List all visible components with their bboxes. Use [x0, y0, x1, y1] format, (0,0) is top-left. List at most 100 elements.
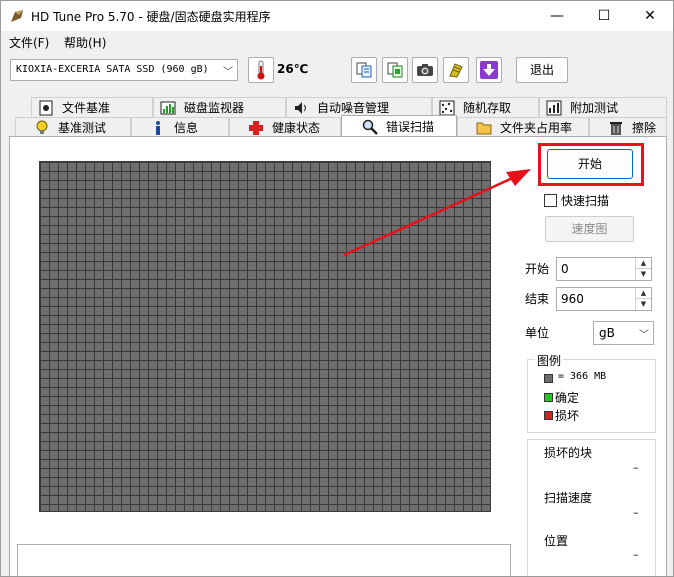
- unit-value: gB: [599, 326, 615, 340]
- scan-speed-value: –: [633, 506, 639, 519]
- legend-damaged-swatch: [544, 411, 553, 420]
- random-access-icon: [439, 100, 455, 115]
- up-arrow-icon[interactable]: ▲: [636, 288, 651, 299]
- copy-screenshot-icon: [387, 62, 403, 78]
- drive-select[interactable]: KIOXIA-EXCERIA SATA SSD (960 gB) ﹀: [10, 59, 238, 81]
- legend-block-swatch: [544, 374, 553, 383]
- tab-file-benchmark[interactable]: 文件基准: [31, 97, 153, 117]
- tab-random-access[interactable]: 随机存取: [432, 97, 539, 117]
- legend-block-size: = 366 MB: [558, 371, 607, 382]
- position-value: –: [633, 548, 639, 561]
- tab-label: 随机存取: [463, 101, 512, 115]
- screenshot-button[interactable]: [412, 57, 438, 83]
- unit-select[interactable]: gB ﹀: [593, 321, 654, 345]
- health-cross-icon: [249, 120, 263, 135]
- speaker-icon: [295, 101, 306, 114]
- down-arrow-icon[interactable]: ▼: [636, 299, 651, 310]
- tab-info[interactable]: 信息: [131, 117, 229, 137]
- close-button[interactable]: ✕: [627, 1, 673, 31]
- chevron-down-icon: ﹀: [639, 330, 649, 341]
- tab-label: 附加测试: [570, 101, 619, 115]
- copy-info-icon: [356, 62, 372, 78]
- tab-row-2: 基准测试 信息 健康状态 错误扫描 文件夹占用率 擦除: [15, 115, 667, 137]
- start-stepper[interactable]: 0 ▲ ▼: [556, 257, 652, 281]
- close-icon: ✕: [644, 8, 656, 24]
- tab-disk-monitor[interactable]: 磁盘监视器: [153, 97, 286, 117]
- app-icon: [11, 10, 23, 22]
- status-box: [17, 544, 511, 576]
- end-stepper[interactable]: 960 ▲ ▼: [556, 287, 652, 311]
- start-field-label: 开始: [525, 262, 550, 276]
- download-icon: [480, 61, 498, 79]
- maximize-button[interactable]: ☐: [581, 1, 627, 31]
- camera-icon: [417, 64, 433, 76]
- maximize-icon: ☐: [597, 8, 611, 24]
- position-label: 位置: [544, 534, 569, 548]
- lightbulb-icon: [36, 120, 48, 134]
- minimize-button[interactable]: —: [534, 1, 580, 31]
- minimize-icon: —: [550, 8, 564, 24]
- file-benchmark-icon: [39, 100, 53, 115]
- disk-monitor-icon: [160, 101, 176, 114]
- unit-label: 单位: [525, 326, 550, 340]
- app-window: HD Tune Pro 5.70 - 硬盘/固态硬盘实用程序 — ☐ ✕ 文件(…: [0, 0, 674, 577]
- legend-ok-label: 确定: [555, 391, 580, 405]
- options-button[interactable]: [443, 57, 469, 83]
- thermometer-icon: [257, 60, 265, 80]
- menu-file[interactable]: 文件(F): [9, 34, 49, 51]
- damaged-blocks-value: –: [633, 461, 639, 474]
- tab-label: 健康状态: [272, 121, 321, 135]
- tab-label: 错误扫描: [386, 120, 435, 134]
- stepper-arrows[interactable]: ▲ ▼: [635, 258, 651, 280]
- damaged-blocks-label: 损坏的块: [544, 446, 593, 460]
- end-field-label: 结束: [525, 292, 550, 306]
- highlight-box: [538, 143, 644, 186]
- down-arrow-icon[interactable]: ▼: [636, 269, 651, 280]
- options-icon: [449, 63, 463, 78]
- drive-select-value: KIOXIA-EXCERIA SATA SSD (960 gB): [16, 64, 209, 75]
- temperature-value: 26℃: [277, 62, 309, 76]
- legend-ok-swatch: [544, 393, 553, 402]
- tab-label: 基准测试: [58, 121, 107, 135]
- tab-folder-usage[interactable]: 文件夹占用率: [457, 117, 589, 137]
- legend-damaged-label: 损坏: [555, 409, 580, 423]
- tab-label: 文件基准: [62, 101, 111, 115]
- tab-erase[interactable]: 擦除: [589, 117, 667, 137]
- scan-speed-label: 扫描速度: [544, 491, 593, 505]
- speed-map-button: 速度图: [545, 216, 634, 242]
- extra-tests-icon: [546, 100, 562, 115]
- start-value: 0: [561, 262, 569, 276]
- end-value: 960: [561, 292, 584, 306]
- menu-help[interactable]: 帮助(H): [64, 34, 106, 51]
- quick-scan-label[interactable]: 快速扫描: [561, 192, 609, 209]
- tab-label: 磁盘监视器: [184, 101, 245, 115]
- tab-label: 文件夹占用率: [500, 121, 573, 135]
- exit-button[interactable]: 退出: [516, 57, 568, 83]
- magnifier-icon: [362, 119, 378, 135]
- legend-title: 图例: [535, 352, 564, 369]
- tab-label: 信息: [174, 121, 199, 135]
- tab-row-1: 文件基准 磁盘监视器 自动噪音管理 随机存取 附加测试: [31, 97, 667, 117]
- save-button[interactable]: [476, 57, 502, 83]
- copy-info-button[interactable]: [351, 57, 377, 83]
- tab-label: 自动噪音管理: [317, 101, 390, 115]
- tab-label: 擦除: [632, 121, 657, 135]
- trash-icon: [610, 121, 622, 135]
- temperature-indicator: [248, 57, 274, 83]
- folder-icon: [476, 122, 492, 134]
- chevron-down-icon: ﹀: [223, 67, 233, 78]
- tab-health[interactable]: 健康状态: [229, 117, 341, 137]
- tab-acoustic-management[interactable]: 自动噪音管理: [286, 97, 432, 117]
- stepper-arrows[interactable]: ▲ ▼: [635, 288, 651, 310]
- block-map: [39, 161, 491, 512]
- info-icon: [156, 120, 160, 135]
- tab-error-scan[interactable]: 错误扫描: [341, 115, 457, 137]
- tab-extra-tests[interactable]: 附加测试: [539, 97, 667, 117]
- copy-screenshot-button[interactable]: [382, 57, 408, 83]
- tab-benchmark[interactable]: 基准测试: [15, 117, 131, 137]
- quick-scan-checkbox[interactable]: [544, 194, 557, 207]
- up-arrow-icon[interactable]: ▲: [636, 258, 651, 269]
- window-title: HD Tune Pro 5.70 - 硬盘/固态硬盘实用程序: [31, 10, 271, 24]
- menu-bar: 文件(F) 帮助(H): [1, 31, 673, 52]
- title-bar: HD Tune Pro 5.70 - 硬盘/固态硬盘实用程序 — ☐ ✕: [1, 1, 673, 31]
